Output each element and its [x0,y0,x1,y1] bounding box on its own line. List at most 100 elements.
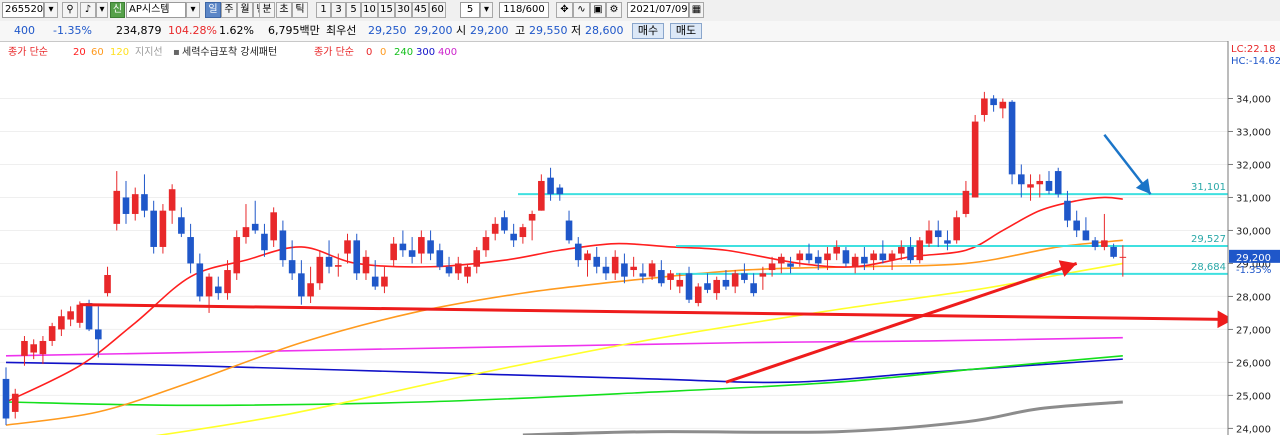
candle-body [602,266,610,274]
candle-body [178,217,185,234]
candle-body [611,256,619,274]
lc-label: LC:22.18 [1231,44,1276,55]
candle-body [981,98,988,115]
minute-1-button[interactable]: 1 [316,2,331,18]
minute-30-button[interactable]: 30 [395,2,412,18]
candle-body [1027,184,1034,188]
y-tick-label: 31,000 [1236,193,1271,204]
candle-body [971,121,979,198]
candle-body [565,220,573,241]
crosshair-icon[interactable]: ✥ [556,2,573,18]
candle-body [898,246,905,254]
search-icon[interactable]: ⚲ [62,2,78,18]
sell-button[interactable]: 매도 [670,23,702,39]
candle-body [288,260,296,274]
candle-body [630,266,637,271]
minute-60-button[interactable]: 60 [429,2,446,18]
toolbar: 265520 ▾ ⚲ ♪ ▾ 신 AP시스템 ▾ 일 주 월 년 분 초 틱 1… [0,0,1280,22]
candle-body [187,237,194,264]
legend-pattern-label: 세력수급포착 강세패턴 [182,46,277,58]
legend-ma-label: 종가 단순 [8,46,48,58]
open-value: 29,200 [470,24,509,37]
candle-body [990,98,997,106]
candle-body [242,227,250,238]
minute-5-button[interactable]: 5 [346,2,361,18]
minute-10-button[interactable]: 10 [361,2,378,18]
candle-body [574,243,582,261]
candle-body [104,274,111,294]
stock-name-field[interactable]: AP시스템 [126,2,186,18]
grey-line [522,400,1123,435]
candle-body [667,273,674,280]
minute-45-button[interactable]: 45 [412,2,429,18]
candle-body [353,240,361,274]
price-chart[interactable]: 종가 단순 20 60 120 지지선 ▪ 세력수급포착 강세패턴 종가 단순 … [0,41,1280,435]
period-second-button[interactable]: 초 [276,2,292,18]
date-field[interactable]: 2021/07/09 [627,2,689,18]
amount-value: 6,795백만 [268,24,320,37]
level-label: 28,684 [1191,262,1226,273]
candle-body [750,283,757,294]
candle-body [741,273,748,280]
candle-body [888,253,896,261]
speaker-icon[interactable]: ♪ [80,2,96,18]
minute-3-button[interactable]: 3 [331,2,346,18]
buy-button[interactable]: 매수 [632,23,664,39]
candle-body [1082,230,1090,241]
candle-body [30,344,37,353]
candle-body [298,273,305,297]
candle-body [251,223,259,231]
turnover-value: 1.62% [219,24,254,37]
candle-body [76,304,84,323]
candle-body [547,177,554,195]
new-listing-badge: 신 [110,2,125,18]
price-tag: 29,200 [1236,253,1271,264]
volume-ratio: 104.28% [168,24,217,37]
period-month-button[interactable]: 월 [237,2,253,18]
y-axis: 24,00025,00026,00027,00028,00029,00030,0… [1227,41,1280,435]
minute-15-button[interactable]: 15 [378,2,395,18]
period-day-button[interactable]: 일 [205,2,221,18]
name-dropdown-icon[interactable]: ▾ [186,2,200,18]
candle-body [879,253,887,261]
trend-arrow [79,303,1234,322]
candle-body [131,194,139,214]
range-field[interactable]: 118/600 [499,2,549,18]
candle-body [150,210,157,247]
gear-icon[interactable]: ⚙ [606,2,622,18]
save-icon[interactable]: ▣ [590,2,606,18]
pattern-icon[interactable]: ∿ [573,2,590,18]
speaker-dropdown-icon[interactable]: ▾ [96,2,108,18]
count-dropdown-icon[interactable]: ▾ [480,2,493,18]
candle-body [713,279,721,294]
candle-body [842,250,850,264]
candle-body [1101,240,1108,247]
candle-body [214,286,222,294]
candle-body [1054,171,1062,195]
period-week-button[interactable]: 주 [221,2,237,18]
candle-body [196,263,204,297]
candle-body [1064,200,1071,221]
legend-ma20: 20 [73,47,86,58]
count-field[interactable]: 5 [460,2,480,18]
period-minute-button[interactable]: 분 [259,2,275,18]
candle-body [408,250,416,257]
candle-body [113,190,121,224]
y-tick-label: 32,000 [1236,160,1271,171]
low-value: 28,600 [585,24,624,37]
stock-code-input[interactable]: 265520 [2,2,44,18]
candle-body [851,256,859,267]
candle-body [445,266,453,274]
candle-body [1091,240,1099,247]
candle-body [67,311,74,320]
candle-body [454,263,462,274]
period-tick-button[interactable]: 틱 [292,2,308,18]
indicator-legend: 종가 단순 20 60 120 지지선 ▪ 세력수급포착 강세패턴 종가 단순 … [8,46,457,58]
candle-body [279,230,287,261]
calendar-icon[interactable]: ▦ [689,2,704,18]
candle-body [436,250,444,267]
candle-body [870,253,877,261]
code-dropdown-icon[interactable]: ▾ [44,2,58,18]
candle-body [1110,246,1117,257]
ma400-line [5,336,1123,357]
